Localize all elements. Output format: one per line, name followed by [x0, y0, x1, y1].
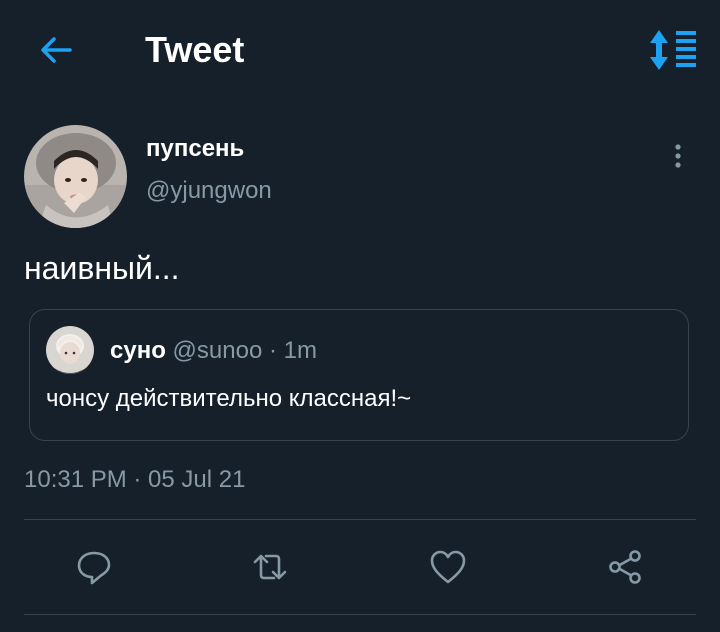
more-vertical-icon [675, 144, 681, 168]
back-button[interactable] [36, 30, 76, 70]
sort-button[interactable] [644, 28, 700, 72]
reply-button[interactable] [74, 547, 114, 587]
quote-text: чонсу действительно классная!~ [46, 385, 412, 412]
heart-icon [430, 550, 466, 584]
share-button[interactable] [605, 547, 645, 587]
divider [24, 519, 696, 520]
divider [24, 614, 696, 615]
sort-lines-icon [650, 30, 696, 70]
tweet-detail-screen: Tweet пупсень @yjungwon наивный... суно … [0, 0, 720, 632]
quote-author-avatar [46, 326, 94, 374]
quote-avatar-photo [46, 326, 94, 374]
avatar-photo [24, 125, 127, 228]
tweet-timestamp: 10:31 PM · 05 Jul 21 [24, 466, 246, 493]
page-title: Tweet [145, 29, 245, 70]
quote-time: 1m [283, 337, 317, 364]
quoted-tweet[interactable]: суно @sunoo · 1m чонсу действительно кла… [29, 309, 689, 441]
author-avatar[interactable] [24, 125, 127, 228]
author-name[interactable]: пупсень [146, 134, 244, 164]
reply-icon [77, 551, 111, 585]
app-header: Tweet [0, 0, 720, 100]
author-handle[interactable]: @yjungwon [146, 176, 272, 206]
quote-author-name: суно [110, 337, 166, 364]
quote-author-handle: @sunoo [172, 337, 263, 364]
share-icon [609, 550, 641, 584]
like-button[interactable] [428, 547, 468, 587]
retweet-button[interactable] [250, 547, 290, 587]
retweet-icon [253, 554, 287, 580]
quote-separator: · [268, 337, 277, 364]
tweet-text: наивный... [24, 250, 180, 286]
arrow-left-icon [41, 37, 72, 63]
more-options-button[interactable] [664, 142, 692, 170]
quote-header: суно @sunoo · 1m [110, 336, 317, 366]
